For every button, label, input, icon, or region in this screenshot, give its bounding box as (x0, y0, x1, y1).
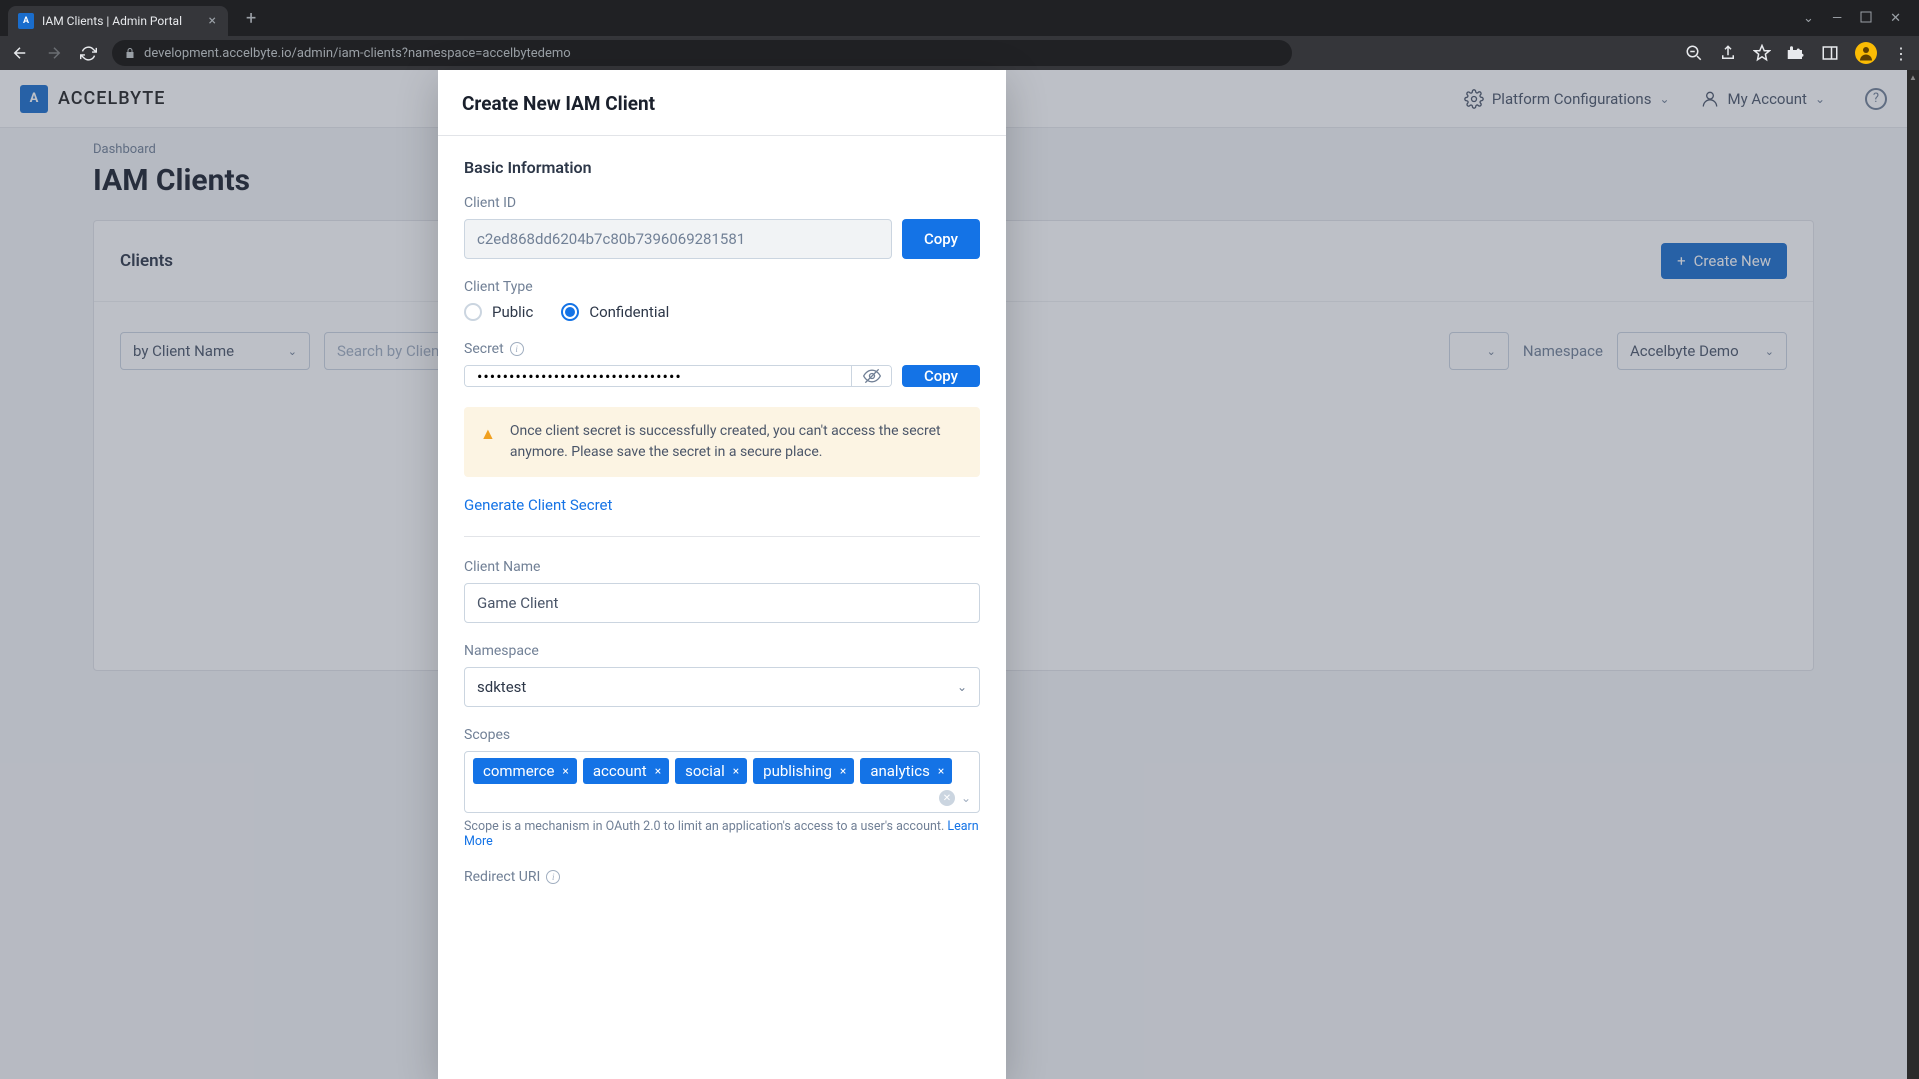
toggle-visibility-icon[interactable] (851, 366, 891, 386)
secret-warning-alert: ▲ Once client secret is successfully cre… (464, 407, 980, 477)
lock-icon (124, 47, 136, 59)
star-icon[interactable] (1753, 44, 1771, 62)
scope-tag-label: social (685, 762, 725, 780)
url-text: development.accelbyte.io/admin/iam-clien… (144, 46, 571, 61)
remove-tag-icon[interactable]: × (840, 764, 846, 778)
create-iam-client-modal: Create New IAM Client Basic Information … (438, 70, 1006, 1079)
zoom-icon[interactable] (1685, 44, 1703, 62)
url-input[interactable]: development.accelbyte.io/admin/iam-clien… (112, 40, 1292, 66)
scope-tag[interactable]: publishing × (753, 758, 854, 784)
modal-namespace-label: Namespace (464, 643, 980, 659)
reload-button[interactable] (78, 45, 98, 62)
window-controls: ⌄ — ✕ (1803, 11, 1919, 26)
scopes-label: Scopes (464, 727, 980, 743)
modal-title: Create New IAM Client (438, 70, 1006, 136)
new-tab-button[interactable]: + (246, 8, 256, 29)
chevron-down-icon[interactable]: ⌄ (1803, 11, 1814, 26)
client-name-label: Client Name (464, 559, 980, 575)
scope-tag-label: commerce (483, 762, 554, 780)
extensions-icon[interactable] (1787, 44, 1805, 62)
scope-tag[interactable]: account × (583, 758, 669, 784)
secret-label: Secret i (464, 341, 980, 357)
browser-tab-strip: A IAM Clients | Admin Portal × + ⌄ — ✕ (0, 0, 1919, 36)
scope-tag[interactable]: social × (675, 758, 747, 784)
client-type-label: Client Type (464, 279, 980, 295)
copy-client-id-button[interactable]: Copy (902, 219, 980, 259)
modal-namespace-value: sdktest (477, 678, 526, 696)
remove-tag-icon[interactable]: × (733, 764, 739, 778)
side-panel-icon[interactable] (1821, 44, 1839, 62)
scopes-helper: Scope is a mechanism in OAuth 2.0 to lim… (464, 819, 980, 849)
info-icon[interactable]: i (546, 870, 560, 884)
warning-text: Once client secret is successfully creat… (510, 421, 964, 463)
divider (464, 536, 980, 537)
tab-favicon-icon: A (18, 13, 34, 29)
redirect-uri-label: Redirect URI i (464, 869, 980, 885)
client-id-label: Client ID (464, 195, 980, 211)
browser-tab[interactable]: A IAM Clients | Admin Portal × (8, 6, 228, 36)
forward-button[interactable] (44, 44, 64, 62)
chevron-down-icon[interactable]: ⌄ (961, 791, 971, 805)
clear-all-scopes-icon[interactable]: ✕ (939, 790, 955, 806)
menu-icon[interactable]: ⋮ (1893, 44, 1909, 63)
warning-icon: ▲ (480, 422, 496, 463)
secret-input[interactable] (465, 366, 851, 386)
tab-close-icon[interactable]: × (209, 13, 216, 29)
copy-secret-button[interactable]: Copy (902, 365, 980, 387)
client-id-input[interactable] (464, 219, 892, 259)
browser-address-bar: development.accelbyte.io/admin/iam-clien… (0, 36, 1919, 70)
generate-secret-link[interactable]: Generate Client Secret (464, 496, 612, 514)
remove-tag-icon[interactable]: × (655, 764, 661, 778)
chevron-down-icon: ⌄ (957, 680, 967, 694)
client-name-input[interactable] (464, 583, 980, 623)
tab-title: IAM Clients | Admin Portal (42, 14, 182, 28)
maximize-icon[interactable] (1860, 11, 1872, 26)
profile-avatar[interactable] (1855, 42, 1877, 64)
radio-icon (464, 303, 482, 321)
scope-tag-label: publishing (763, 762, 832, 780)
info-icon[interactable]: i (510, 342, 524, 356)
modal-namespace-select[interactable]: sdktest ⌄ (464, 667, 980, 707)
radio-public[interactable]: Public (464, 303, 533, 321)
browser-actions: ⋮ (1685, 42, 1909, 64)
scroll-up-icon[interactable]: ▲ (1907, 70, 1919, 84)
scope-tag-label: analytics (870, 762, 930, 780)
app-viewport: A ACCELBYTE Platform Configurations ⌄ My… (0, 70, 1907, 1079)
minimize-icon[interactable]: — (1832, 11, 1842, 26)
radio-public-label: Public (492, 303, 533, 321)
radio-confidential-label: Confidential (589, 303, 669, 321)
section-basic-info: Basic Information (464, 158, 980, 177)
remove-tag-icon[interactable]: × (938, 764, 944, 778)
scopes-input[interactable]: commerce×account×social×publishing×analy… (464, 751, 980, 813)
back-button[interactable] (10, 44, 30, 62)
share-icon[interactable] (1719, 44, 1737, 62)
scrollbar[interactable]: ▲ (1907, 70, 1919, 1079)
radio-confidential[interactable]: Confidential (561, 303, 669, 321)
close-window-icon[interactable]: ✕ (1890, 11, 1901, 26)
radio-checked-icon (561, 303, 579, 321)
scope-tag[interactable]: analytics × (860, 758, 952, 784)
remove-tag-icon[interactable]: × (562, 764, 568, 778)
scope-tag-label: account (593, 762, 647, 780)
scope-tag[interactable]: commerce × (473, 758, 577, 784)
